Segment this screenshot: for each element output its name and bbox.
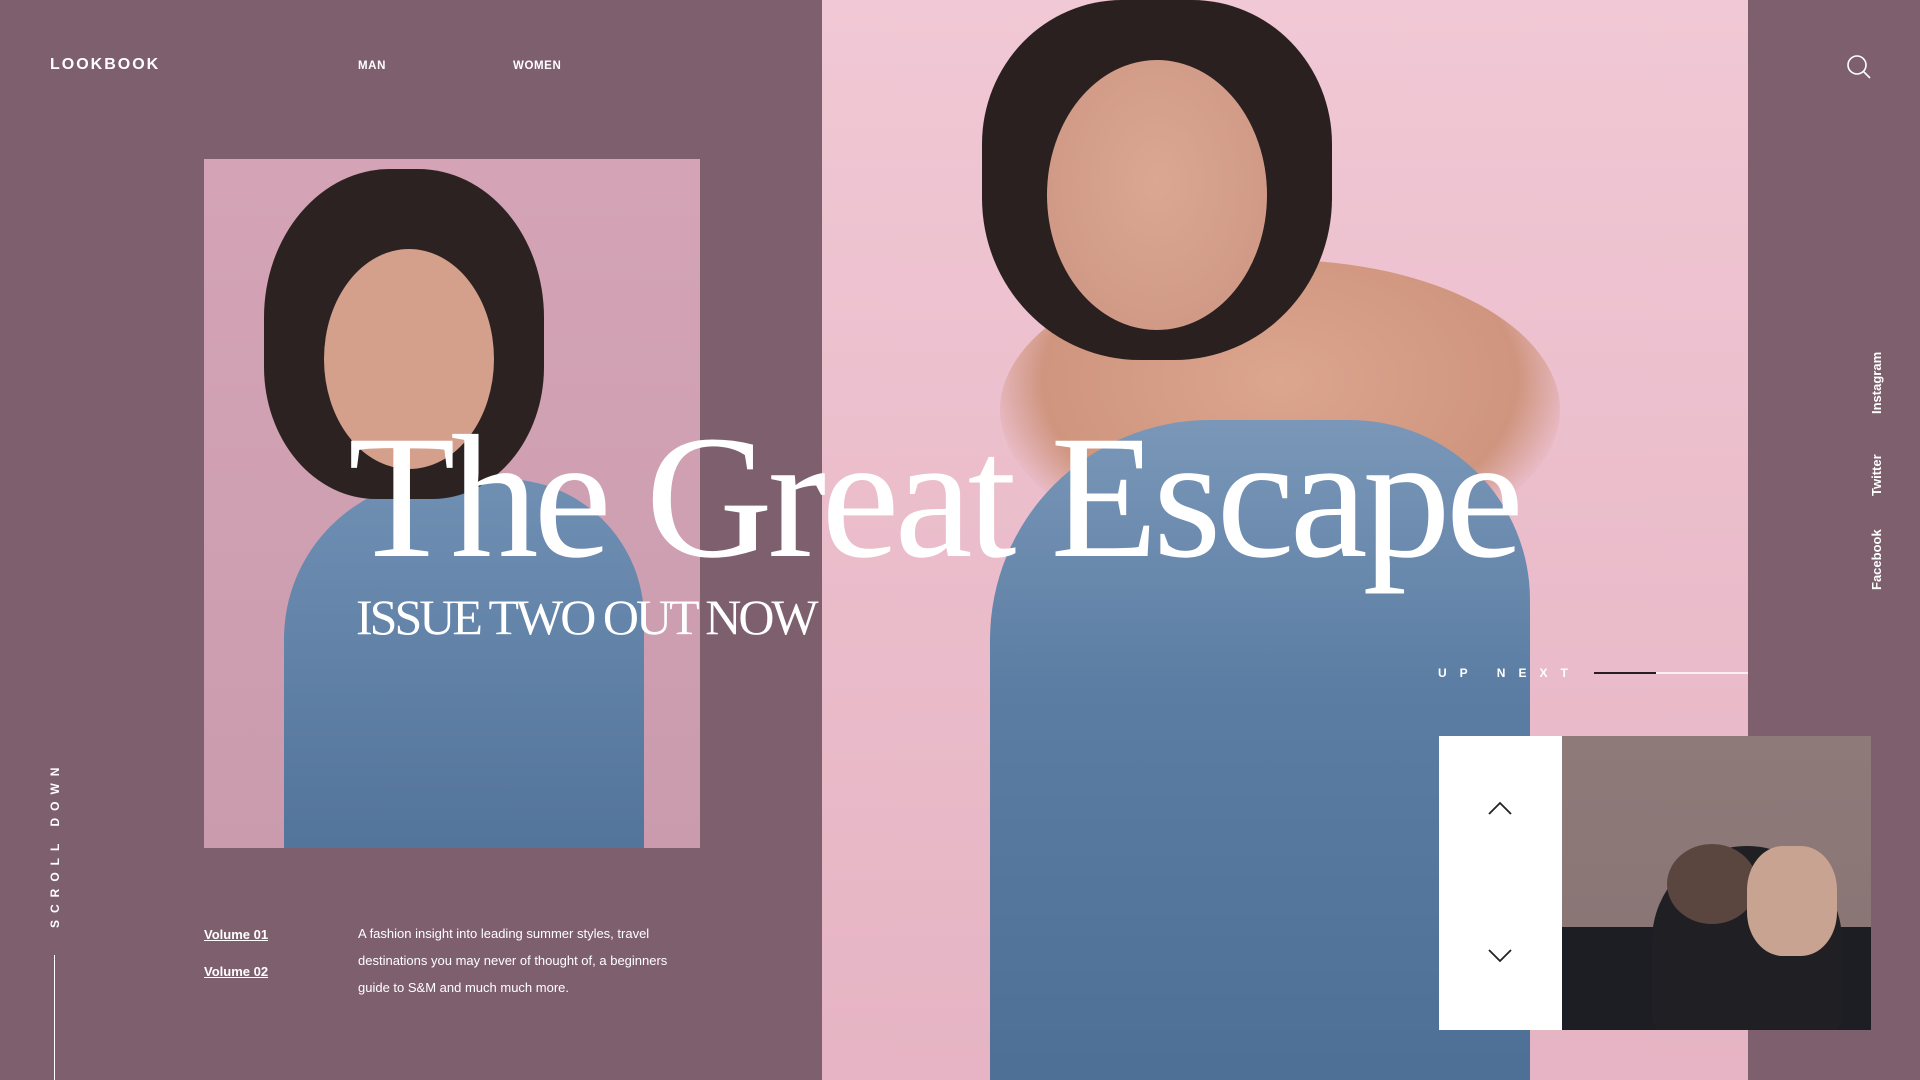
search-icon[interactable] (1846, 54, 1872, 80)
nav-item-man[interactable]: MAN (358, 60, 386, 72)
issue-description: A fashion insight into leading summer st… (358, 926, 668, 995)
scroll-down-label[interactable]: SCROLL DOWN (48, 761, 62, 928)
hero-title: The Great Escape (348, 400, 1524, 595)
volume-01-link[interactable]: Volume 01 (204, 927, 268, 942)
hero-photo-face (1047, 60, 1267, 330)
nav-item-women[interactable]: WOMEN (513, 60, 561, 72)
up-next-progress (1594, 672, 1748, 674)
volume-02-link[interactable]: Volume 02 (204, 964, 268, 979)
chevron-down-icon[interactable] (1485, 948, 1515, 964)
social-facebook[interactable]: Facebook (1869, 529, 1884, 590)
thumbnail-figure-hair (1667, 844, 1757, 924)
hero-subtitle: ISSUE TWO OUT NOW (356, 589, 819, 645)
social-twitter[interactable]: Twitter (1869, 454, 1884, 496)
up-next-label: UP NEXT (1438, 666, 1581, 680)
logo[interactable]: LOOKBOOK (50, 56, 160, 74)
next-slide-thumbnail[interactable] (1562, 736, 1871, 1030)
social-instagram[interactable]: Instagram (1869, 352, 1884, 414)
thumbnail-figure-back (1747, 846, 1837, 956)
scroll-line (54, 955, 55, 1080)
slider-nav (1439, 736, 1562, 1030)
up-next-progress-fill (1594, 672, 1656, 674)
chevron-up-icon[interactable] (1485, 800, 1515, 816)
